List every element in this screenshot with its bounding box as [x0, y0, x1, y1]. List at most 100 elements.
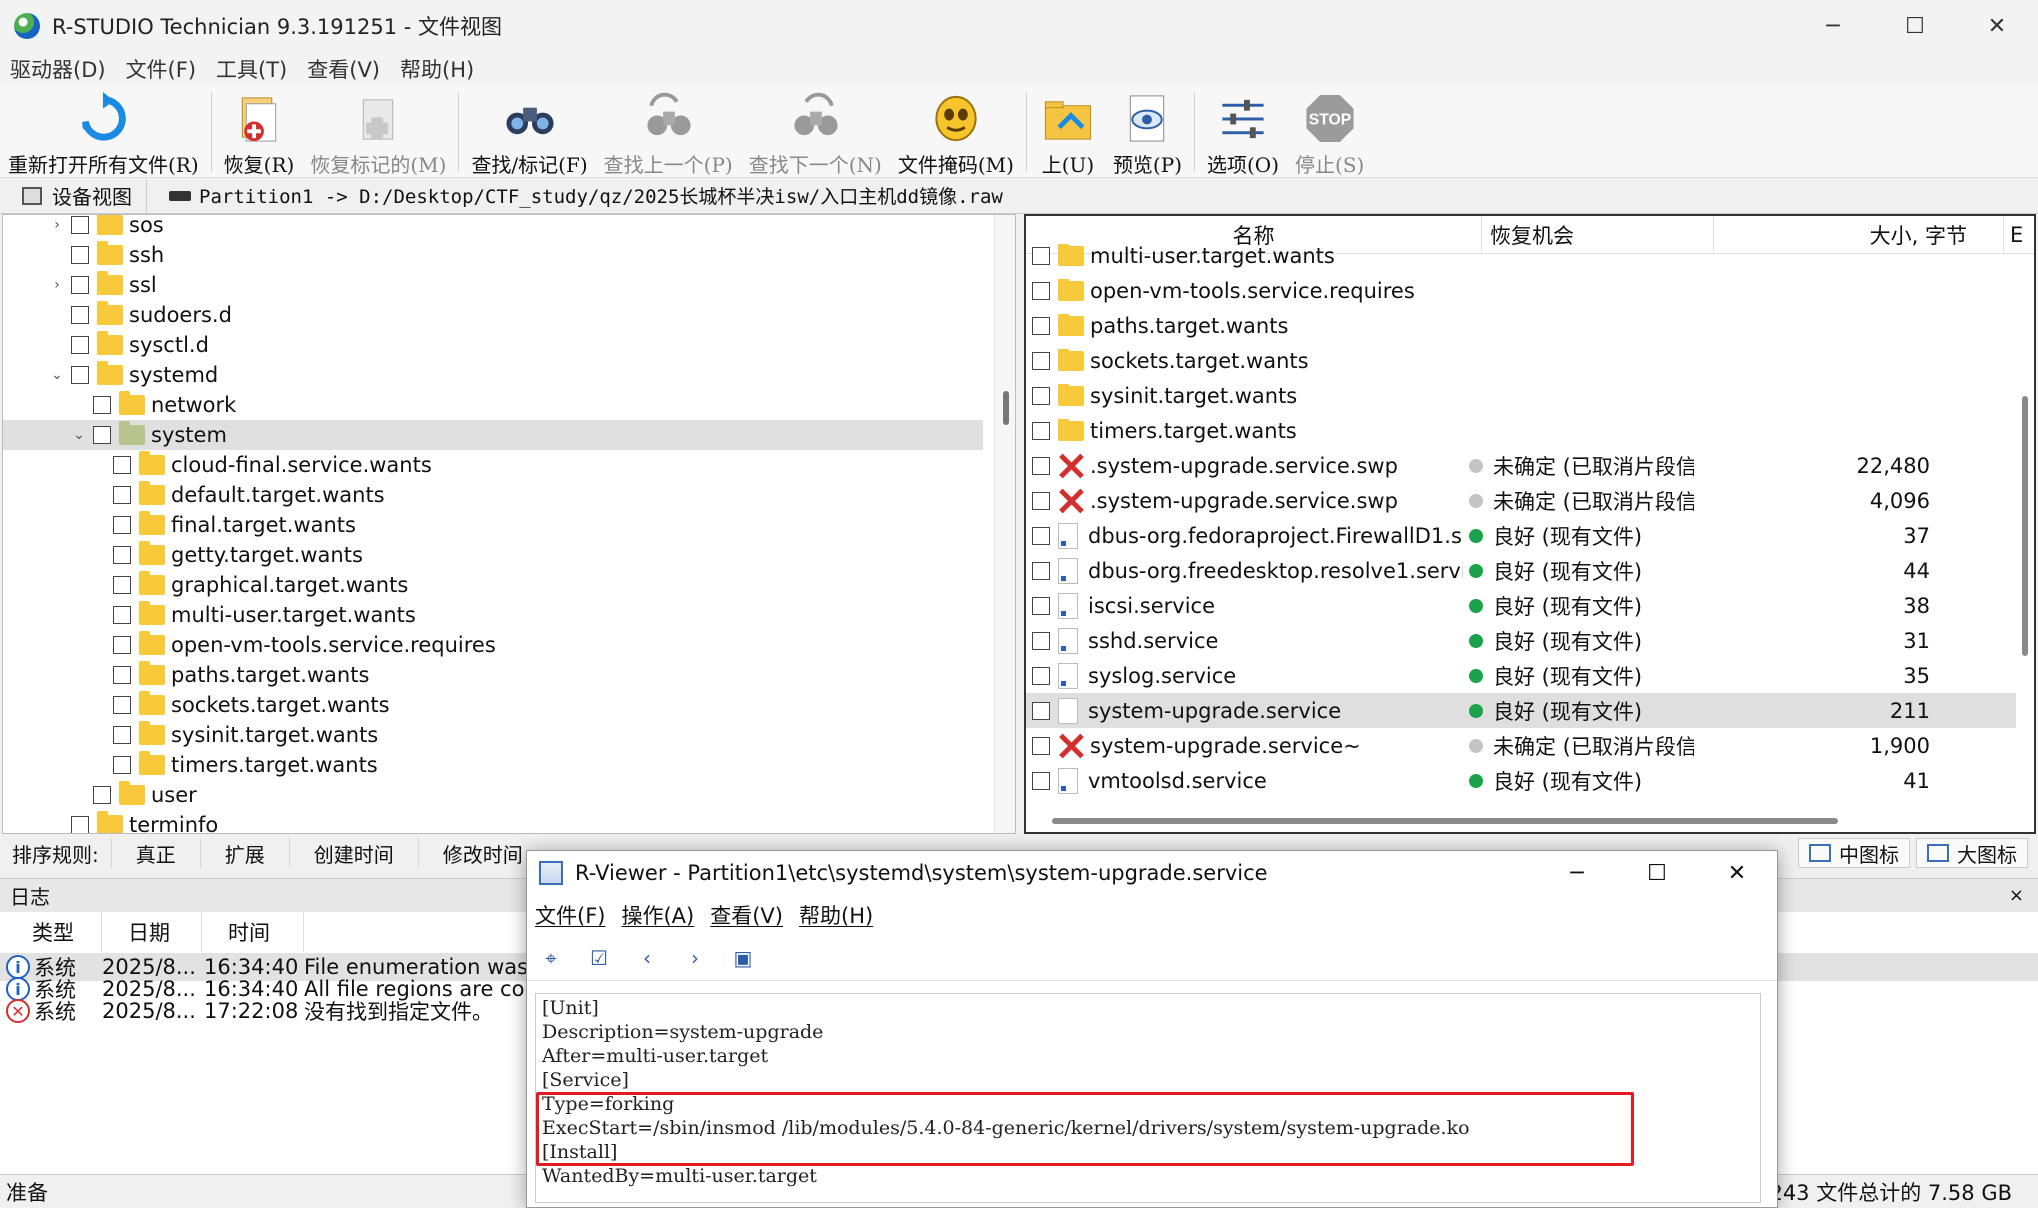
- menu-help[interactable]: 帮助(H): [390, 54, 484, 84]
- tree-item[interactable]: ssh: [3, 240, 983, 270]
- file-row[interactable]: syslog.service 良好 (现有文件) 35: [1026, 658, 2016, 693]
- viewer-menu-file[interactable]: 文件(F): [527, 900, 613, 930]
- recover-button[interactable]: 恢复(R): [216, 86, 303, 178]
- file-list-hscrollbar[interactable]: [1052, 818, 1838, 824]
- file-row-checkbox[interactable]: [1032, 316, 1050, 335]
- tree-item-checkbox[interactable]: [93, 786, 111, 804]
- tree-item[interactable]: user: [3, 780, 983, 810]
- file-mask-button[interactable]: 文件掩码(M): [890, 86, 1022, 178]
- find-next-button[interactable]: 查找下一个(N): [741, 86, 890, 178]
- tree-item[interactable]: terminfo: [3, 810, 983, 833]
- viewer-close-button[interactable]: ✕: [1697, 851, 1777, 895]
- file-row[interactable]: multi-user.target.wants: [1026, 238, 2016, 273]
- file-row-checkbox[interactable]: [1032, 666, 1050, 685]
- tree-item[interactable]: cloud-final.service.wants: [3, 450, 983, 480]
- tree-item[interactable]: ⌄ system: [3, 420, 983, 450]
- reopen-all-files-button[interactable]: 重新打开所有文件(R): [0, 86, 207, 178]
- viewer-settings-icon[interactable]: ▣: [719, 938, 767, 978]
- tree-item-checkbox[interactable]: [113, 606, 131, 624]
- tree-item-checkbox[interactable]: [113, 486, 131, 504]
- file-row[interactable]: .system-upgrade.service.swp 未确定 (已取消片段信息)…: [1026, 483, 2016, 518]
- close-button[interactable]: ✕: [1956, 0, 2038, 52]
- tree-item-checkbox[interactable]: [113, 696, 131, 714]
- tree-item[interactable]: sysinit.target.wants: [3, 720, 983, 750]
- file-row-checkbox[interactable]: [1032, 526, 1050, 545]
- sort-extension[interactable]: 扩展: [199, 838, 289, 868]
- folder-tree[interactable]: › sos ssh › ssl sudoers.d sysctl.d ⌄ systemd netw…: [2, 214, 1016, 834]
- tree-item-checkbox[interactable]: [93, 396, 111, 414]
- log-column-date[interactable]: 日期: [102, 912, 202, 952]
- sort-real[interactable]: 真正: [110, 838, 200, 868]
- file-row[interactable]: timers.target.wants: [1026, 413, 2016, 448]
- tree-item-checkbox[interactable]: [71, 306, 89, 324]
- next-icon[interactable]: ›: [671, 938, 719, 978]
- viewer-menu-actions[interactable]: 操作(A): [613, 900, 702, 930]
- collapsed-chevron-icon[interactable]: ›: [47, 217, 67, 233]
- file-row[interactable]: system-upgrade.service 良好 (现有文件) 211: [1026, 693, 2016, 728]
- log-column-type[interactable]: 类型: [0, 912, 102, 952]
- tab-partition-path[interactable]: Partition1 -> D:/Desktop/CTF_study/qz/20…: [147, 182, 1003, 209]
- file-row-checkbox[interactable]: [1032, 701, 1050, 720]
- recover-marked-button[interactable]: 恢复标记的(M): [302, 86, 454, 178]
- tree-item-checkbox[interactable]: [113, 456, 131, 474]
- checkbox-mark-icon[interactable]: ☑: [575, 938, 623, 978]
- tree-item[interactable]: multi-user.target.wants: [3, 600, 983, 630]
- tree-item[interactable]: default.target.wants: [3, 480, 983, 510]
- file-row-checkbox[interactable]: [1032, 281, 1050, 300]
- tree-item-checkbox[interactable]: [113, 546, 131, 564]
- tree-item-checkbox[interactable]: [71, 336, 89, 354]
- file-row-checkbox[interactable]: [1032, 771, 1050, 790]
- viewer-maximize-button[interactable]: ☐: [1617, 851, 1697, 895]
- tree-item[interactable]: getty.target.wants: [3, 540, 983, 570]
- tree-item[interactable]: sysctl.d: [3, 330, 983, 360]
- file-row[interactable]: sysinit.target.wants: [1026, 378, 2016, 413]
- file-row[interactable]: iscsi.service 良好 (现有文件) 38: [1026, 588, 2016, 623]
- expanded-chevron-icon[interactable]: ⌄: [47, 367, 67, 383]
- tree-item-checkbox[interactable]: [71, 366, 89, 384]
- tree-item[interactable]: sudoers.d: [3, 300, 983, 330]
- tab-device-view[interactable]: 设备视图: [0, 178, 147, 213]
- tree-item-checkbox[interactable]: [71, 246, 89, 264]
- tree-item[interactable]: › ssl: [3, 270, 983, 300]
- view-medium-icons-button[interactable]: 中图标: [1798, 838, 1910, 868]
- file-row-checkbox[interactable]: [1032, 386, 1050, 405]
- tree-item-checkbox[interactable]: [113, 636, 131, 654]
- tree-item[interactable]: timers.target.wants: [3, 750, 983, 780]
- file-list-vscrollbar[interactable]: [2022, 396, 2028, 656]
- menu-drives[interactable]: 驱动器(D): [0, 54, 116, 84]
- tree-item[interactable]: sockets.target.wants: [3, 690, 983, 720]
- menu-tools[interactable]: 工具(T): [206, 54, 297, 84]
- tree-item[interactable]: graphical.target.wants: [3, 570, 983, 600]
- viewer-minimize-button[interactable]: ─: [1537, 851, 1617, 895]
- tree-item-checkbox[interactable]: [113, 576, 131, 594]
- up-button[interactable]: 上(U): [1031, 86, 1105, 178]
- file-row-checkbox[interactable]: [1032, 631, 1050, 650]
- viewer-menu-view[interactable]: 查看(V): [702, 900, 791, 930]
- file-row-checkbox[interactable]: [1032, 246, 1050, 265]
- stop-button[interactable]: STOP 停止(S): [1287, 86, 1372, 178]
- find-mark-button[interactable]: 查找/标记(F): [463, 86, 595, 178]
- file-row-checkbox[interactable]: [1032, 491, 1050, 510]
- file-list[interactable]: 名称 恢复机会 大小, 字节 E multi-user.target.wants…: [1024, 214, 2036, 834]
- menu-file[interactable]: 文件(F): [116, 54, 206, 84]
- file-row[interactable]: .system-upgrade.service.swp 未确定 (已取消片段信息)…: [1026, 448, 2016, 483]
- tree-item[interactable]: ⌄ systemd: [3, 360, 983, 390]
- tree-item-checkbox[interactable]: [93, 426, 111, 444]
- maximize-button[interactable]: ☐: [1874, 0, 1956, 52]
- tree-item[interactable]: › sos: [3, 215, 983, 240]
- tree-item-checkbox[interactable]: [113, 516, 131, 534]
- menu-view[interactable]: 查看(V): [297, 54, 390, 84]
- file-row[interactable]: dbus-org.fedoraproject.FirewallD1.servic…: [1026, 518, 2016, 553]
- tree-scrollbar[interactable]: [994, 215, 1015, 833]
- viewer-menu-help[interactable]: 帮助(H): [791, 900, 881, 930]
- minimize-button[interactable]: ─: [1792, 0, 1874, 52]
- sort-created[interactable]: 创建时间: [288, 838, 418, 868]
- file-row-checkbox[interactable]: [1032, 351, 1050, 370]
- file-row[interactable]: system-upgrade.service~ 未确定 (已取消片段信息) 1,90…: [1026, 728, 2016, 763]
- file-row[interactable]: dbus-org.freedesktop.resolve1.service 良好 …: [1026, 553, 2016, 588]
- collapsed-chevron-icon[interactable]: ›: [47, 277, 67, 293]
- find-prev-button[interactable]: 查找上一个(P): [596, 86, 741, 178]
- tree-item-checkbox[interactable]: [113, 666, 131, 684]
- tree-item-checkbox[interactable]: [113, 756, 131, 774]
- options-button[interactable]: 选项(O): [1199, 86, 1287, 178]
